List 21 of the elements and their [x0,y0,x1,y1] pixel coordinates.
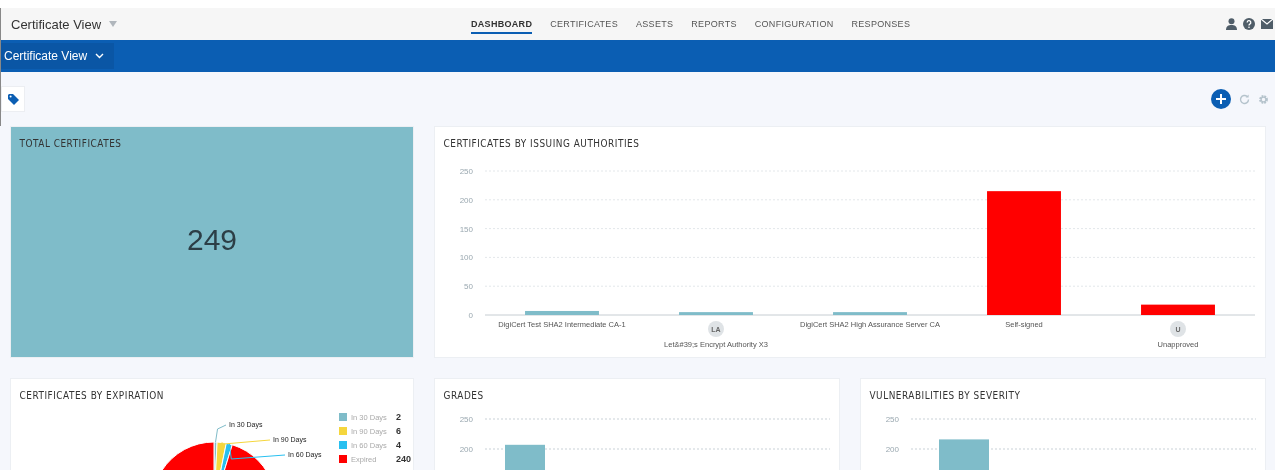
axis-tick-label: 250 [885,415,899,424]
total-count: 249 [185,222,239,258]
legend-value: 2 [396,412,401,422]
axis-tick-label: 50 [464,282,473,292]
legend-value: 240 [396,454,411,464]
axis-tick-label: 200 [459,195,473,205]
legend-value: 6 [396,426,401,436]
card-title: CERTIFICATES BY ISSUING AUTHORITIES [442,136,641,151]
axis-tick-label: 150 [459,224,473,234]
axis-tick-label: 0 [468,311,473,320]
card-title: GRADES [442,388,485,403]
axis-tick-label: 200 [885,445,899,454]
app-title: Certificate View [11,16,102,32]
axis-tick-label: 100 [459,253,473,263]
card-title: CERTIFICATES BY EXPIRATION [18,388,165,403]
legend-value: 4 [396,440,401,450]
card-title: VULNERABILITIES BY SEVERITY [868,388,1022,403]
axis-tick-label: 250 [459,415,473,424]
axis-tick-label: 250 [459,167,473,176]
card-title: TOTAL CERTIFICATES [18,136,123,151]
axis-tick-label: 200 [459,445,473,454]
